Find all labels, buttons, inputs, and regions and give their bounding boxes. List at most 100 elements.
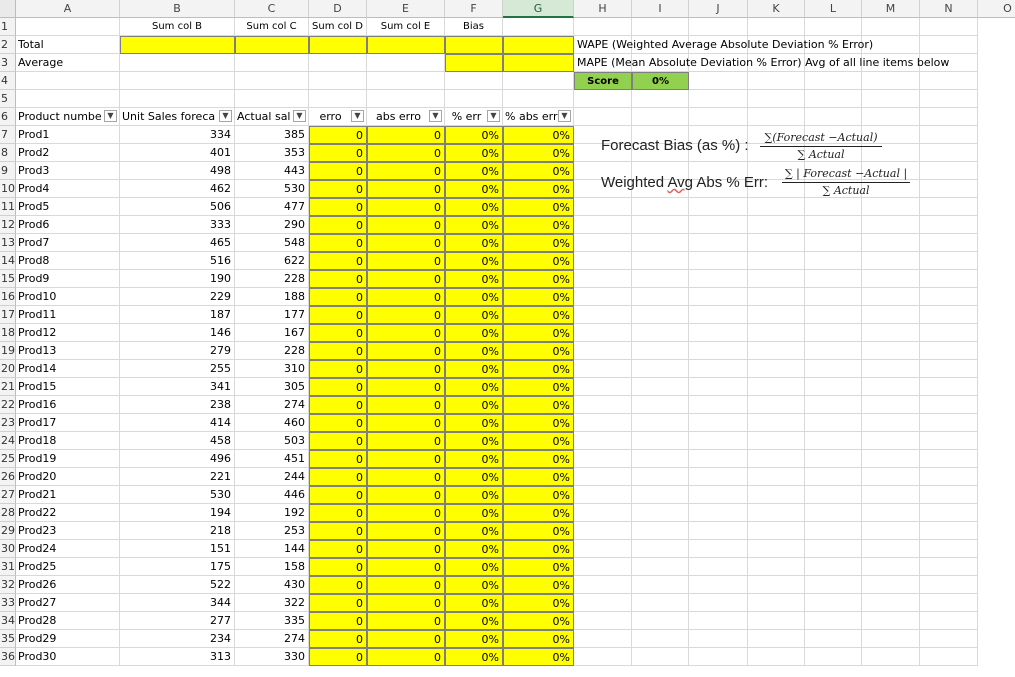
cell-l20[interactable]	[805, 360, 862, 378]
column-header-j[interactable]: J	[689, 0, 748, 18]
row-header-1[interactable]: 1	[0, 18, 16, 36]
product-name[interactable]: Prod5	[16, 198, 120, 216]
row-header-9[interactable]: 9	[0, 162, 16, 180]
cell-m4[interactable]	[862, 72, 920, 90]
actual-value[interactable]: 144	[235, 540, 309, 558]
abs-error-value[interactable]: 0	[367, 504, 445, 522]
pct-error-value[interactable]: 0%	[445, 162, 503, 180]
cell-l23[interactable]	[805, 414, 862, 432]
forecast-value[interactable]: 151	[120, 540, 235, 558]
cell-n17[interactable]	[920, 306, 978, 324]
cell-k15[interactable]	[748, 270, 805, 288]
pct-abs-error-value[interactable]: 0%	[503, 144, 574, 162]
forecast-value[interactable]: 530	[120, 486, 235, 504]
abs-error-value[interactable]: 0	[367, 414, 445, 432]
cell-k22[interactable]	[748, 396, 805, 414]
row-header-35[interactable]: 35	[0, 630, 16, 648]
cell-m19[interactable]	[862, 342, 920, 360]
cell-h12[interactable]	[574, 216, 632, 234]
forecast-value[interactable]: 175	[120, 558, 235, 576]
cell-n4[interactable]	[920, 72, 978, 90]
pct-error-value[interactable]: 0%	[445, 540, 503, 558]
cell-m30[interactable]	[862, 540, 920, 558]
cell-i27[interactable]	[632, 486, 689, 504]
cell-g1[interactable]	[503, 18, 574, 36]
cell-n7[interactable]	[920, 126, 978, 144]
cell-h32[interactable]	[574, 576, 632, 594]
cell-j17[interactable]	[689, 306, 748, 324]
abs-error-value[interactable]: 0	[367, 234, 445, 252]
error-value[interactable]: 0	[309, 414, 367, 432]
cell-l27[interactable]	[805, 486, 862, 504]
cell-l4[interactable]	[805, 72, 862, 90]
cell-h29[interactable]	[574, 522, 632, 540]
row-header-31[interactable]: 31	[0, 558, 16, 576]
row-header-36[interactable]: 36	[0, 648, 16, 666]
pct-error-value[interactable]: 0%	[445, 504, 503, 522]
abs-error-value[interactable]: 0	[367, 432, 445, 450]
cell-n5[interactable]	[920, 90, 978, 108]
cell-m16[interactable]	[862, 288, 920, 306]
actual-value[interactable]: 253	[235, 522, 309, 540]
row-header-26[interactable]: 26	[0, 468, 16, 486]
pct-error-value[interactable]: 0%	[445, 432, 503, 450]
pct-abs-error-value[interactable]: 0%	[503, 594, 574, 612]
cell-i25[interactable]	[632, 450, 689, 468]
error-value[interactable]: 0	[309, 558, 367, 576]
cell-l36[interactable]	[805, 648, 862, 666]
product-name[interactable]: Prod1	[16, 126, 120, 144]
cell-h31[interactable]	[574, 558, 632, 576]
cell-j26[interactable]	[689, 468, 748, 486]
cell-m29[interactable]	[862, 522, 920, 540]
cell-f5[interactable]	[445, 90, 503, 108]
row-header-28[interactable]: 28	[0, 504, 16, 522]
cell-h16[interactable]	[574, 288, 632, 306]
row-header-10[interactable]: 10	[0, 180, 16, 198]
cell-m22[interactable]	[862, 396, 920, 414]
pct-abs-error-value[interactable]: 0%	[503, 504, 574, 522]
cell-n16[interactable]	[920, 288, 978, 306]
forecast-value[interactable]: 277	[120, 612, 235, 630]
forecast-value[interactable]: 516	[120, 252, 235, 270]
abs-error-value[interactable]: 0	[367, 198, 445, 216]
cell-l28[interactable]	[805, 504, 862, 522]
error-value[interactable]: 0	[309, 324, 367, 342]
cell-k25[interactable]	[748, 450, 805, 468]
product-name[interactable]: Prod16	[16, 396, 120, 414]
cell-i36[interactable]	[632, 648, 689, 666]
product-name[interactable]: Prod27	[16, 594, 120, 612]
cell-k6[interactable]	[748, 108, 805, 126]
cell-n31[interactable]	[920, 558, 978, 576]
product-name[interactable]: Prod8	[16, 252, 120, 270]
pct-abs-error-header[interactable]: % abs err ▼	[503, 108, 574, 126]
cell-m15[interactable]	[862, 270, 920, 288]
actual-value[interactable]: 192	[235, 504, 309, 522]
cell-l13[interactable]	[805, 234, 862, 252]
pct-error-value[interactable]: 0%	[445, 468, 503, 486]
cell-n27[interactable]	[920, 486, 978, 504]
abs-error-value[interactable]: 0	[367, 270, 445, 288]
pct-error-value[interactable]: 0%	[445, 342, 503, 360]
cell-i28[interactable]	[632, 504, 689, 522]
filter-dropdown-icon[interactable]: ▼	[104, 110, 117, 122]
cell-k24[interactable]	[748, 432, 805, 450]
total-c[interactable]	[235, 36, 309, 54]
row-header-2[interactable]: 2	[0, 36, 16, 54]
cell-n36[interactable]	[920, 648, 978, 666]
cell-h6[interactable]	[574, 108, 632, 126]
filter-dropdown-icon[interactable]: ▼	[219, 110, 232, 122]
pct-abs-error-value[interactable]: 0%	[503, 612, 574, 630]
forecast-value[interactable]: 344	[120, 594, 235, 612]
cell-j18[interactable]	[689, 324, 748, 342]
error-value[interactable]: 0	[309, 252, 367, 270]
cell-k30[interactable]	[748, 540, 805, 558]
cell-n1[interactable]	[920, 18, 978, 36]
pct-error-value[interactable]: 0%	[445, 450, 503, 468]
pct-error-value[interactable]: 0%	[445, 126, 503, 144]
error-header[interactable]: erro ▼	[309, 108, 367, 126]
actual-value[interactable]: 228	[235, 270, 309, 288]
cell-d3[interactable]	[309, 54, 367, 72]
cell-i26[interactable]	[632, 468, 689, 486]
product-name[interactable]: Prod7	[16, 234, 120, 252]
cell-k23[interactable]	[748, 414, 805, 432]
